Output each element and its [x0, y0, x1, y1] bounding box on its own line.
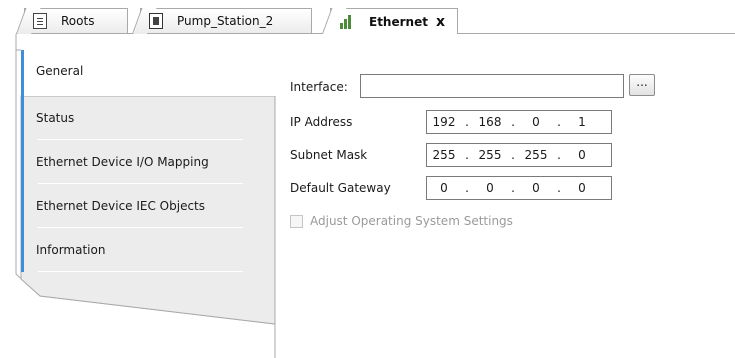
- ip-octet: 1: [578, 115, 586, 129]
- ip-octet: 0: [486, 181, 494, 195]
- dot-separator: .: [465, 181, 469, 195]
- tab-label: Ethernet: [369, 14, 428, 29]
- subnet-mask-field[interactable]: 255. 255. 255. 0: [426, 143, 612, 167]
- tab-pump-station-2[interactable]: Pump_Station_2: [140, 8, 312, 33]
- ip-address-label: IP Address: [290, 115, 353, 129]
- nav-item-label: Ethernet Device I/O Mapping: [36, 155, 209, 169]
- settings-navigation: General Status Ethernet Device I/O Mappi…: [0, 34, 290, 358]
- dot-separator: .: [511, 181, 515, 195]
- ip-octet: 0: [440, 181, 448, 195]
- nav-item-label: Status: [36, 111, 75, 125]
- interface-label: Interface:: [290, 80, 348, 94]
- nav-item-status[interactable]: Status: [21, 96, 275, 140]
- document-icon: [33, 13, 47, 29]
- editor-tab-bar: Roots Pump_Station_2 Ethernet x: [0, 0, 735, 34]
- nav-item-general[interactable]: General: [21, 50, 281, 96]
- interface-input[interactable]: [360, 74, 624, 98]
- device-icon: [149, 13, 163, 29]
- browse-interface-button[interactable]: ...: [629, 74, 655, 96]
- ip-octet: 0: [578, 181, 586, 195]
- ip-octet: 255: [524, 148, 548, 162]
- general-settings-page: Interface: ... IP Address 192. 168. 0. 1…: [290, 34, 735, 358]
- nav-item-io-mapping[interactable]: Ethernet Device I/O Mapping: [21, 140, 275, 184]
- nav-item-iec-objects[interactable]: Ethernet Device IEC Objects: [21, 184, 275, 228]
- dot-separator: .: [557, 148, 561, 162]
- nav-item-label: General: [36, 64, 84, 78]
- ip-octet: 255: [478, 148, 502, 162]
- ip-octet: 192: [432, 115, 456, 129]
- ip-octet: 0: [532, 115, 540, 129]
- ip-octet: 0: [532, 181, 540, 195]
- ip-address-field[interactable]: 192. 168. 0. 1: [426, 110, 612, 134]
- ip-octet: 168: [478, 115, 502, 129]
- default-gateway-field[interactable]: 0. 0. 0. 0: [426, 176, 612, 200]
- nav-item-information[interactable]: Information: [21, 228, 275, 272]
- close-tab-icon[interactable]: x: [436, 14, 445, 30]
- dot-separator: .: [557, 181, 561, 195]
- dot-separator: .: [511, 115, 515, 129]
- nav-item-label: Ethernet Device IEC Objects: [36, 199, 206, 213]
- adjust-os-settings-checkbox[interactable]: [290, 215, 303, 228]
- ip-octet: 0: [578, 148, 586, 162]
- dot-separator: .: [511, 148, 515, 162]
- tab-label: Pump_Station_2: [177, 14, 274, 28]
- ethernet-icon: [339, 14, 355, 30]
- adjust-os-settings-label: Adjust Operating System Settings: [310, 214, 513, 228]
- dot-separator: .: [465, 148, 469, 162]
- tab-ethernet[interactable]: Ethernet x: [330, 8, 458, 34]
- tab-label: Roots: [61, 14, 95, 28]
- dot-separator: .: [557, 115, 561, 129]
- nav-item-label: Information: [36, 243, 106, 257]
- nav-separator: [38, 271, 243, 272]
- default-gateway-label: Default Gateway: [290, 181, 391, 195]
- subnet-mask-label: Subnet Mask: [290, 148, 368, 162]
- tab-roots[interactable]: Roots: [24, 8, 128, 33]
- dot-separator: .: [465, 115, 469, 129]
- ip-octet: 255: [432, 148, 456, 162]
